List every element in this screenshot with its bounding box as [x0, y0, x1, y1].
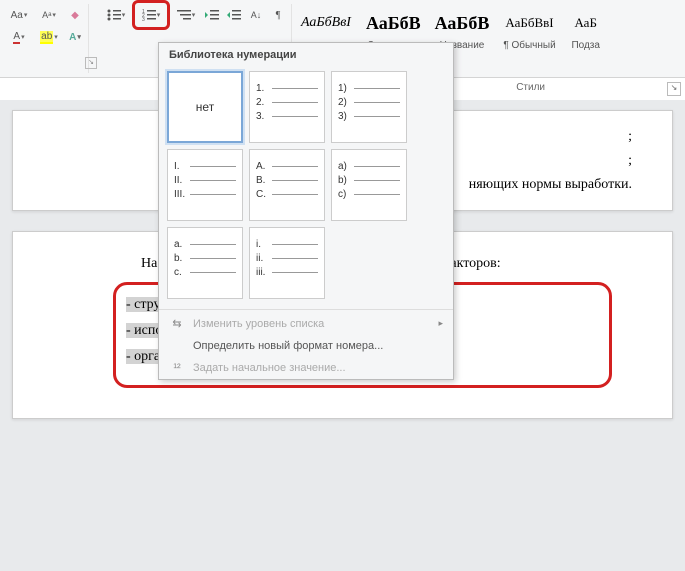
style-preview: АаБ: [570, 8, 602, 38]
highlight-button[interactable]: ab▾: [35, 27, 63, 47]
style-item-3[interactable]: АаБбВвІ ¶ Обычный: [499, 6, 559, 53]
bullets-button[interactable]: ▾: [102, 5, 130, 25]
font-case-button[interactable]: Aa▾: [5, 5, 33, 25]
style-preview: АаБбВ: [435, 8, 490, 38]
style-preview: АаБбВ: [366, 8, 421, 38]
format-roman-upper[interactable]: I. II. III.: [167, 149, 243, 221]
text-effects-button[interactable]: A▾: [65, 27, 85, 47]
font-size-button[interactable]: Aᵃ▾: [35, 5, 63, 25]
style-name: ¶ Обычный: [503, 40, 555, 51]
format-grid: нет 1. 2. 3. 1) 2) 3) I. II. III. A. B.: [159, 67, 453, 307]
style-item-4[interactable]: АаБ Подза: [566, 6, 606, 53]
numbering-dropdown: Библиотека нумерации нет 1. 2. 3. 1) 2) …: [158, 42, 454, 380]
dropdown-title: Библиотека нумерации: [159, 43, 453, 67]
style-preview: АаБбВвІ: [503, 8, 555, 38]
menu-define-format[interactable]: Определить новый формат номера...: [159, 335, 453, 357]
dialog-launcher-icon[interactable]: ↘: [85, 57, 97, 69]
increase-indent-button[interactable]: [224, 5, 244, 25]
number-icon: ¹²: [169, 362, 185, 374]
decrease-indent-button[interactable]: [202, 5, 222, 25]
sort-button[interactable]: A↓: [246, 5, 266, 25]
format-alpha-lower-dot[interactable]: a. b. c.: [167, 227, 243, 299]
format-alpha-lower-paren[interactable]: a) b) c): [331, 149, 407, 221]
format-decimal-dot[interactable]: 1. 2. 3.: [249, 71, 325, 143]
menu-set-start: ¹² Задать начальное значение...: [159, 357, 453, 379]
format-decimal-paren[interactable]: 1) 2) 3): [331, 71, 407, 143]
submenu-arrow-icon: ▸: [438, 318, 443, 329]
clear-format-button[interactable]: ◆: [65, 5, 85, 25]
style-name: Подза: [570, 40, 602, 51]
svg-text:3: 3: [142, 17, 145, 21]
menu-change-level: ⇆ Изменить уровень списка ▸: [159, 312, 453, 335]
styles-launcher-icon[interactable]: ↘: [667, 82, 681, 96]
format-none[interactable]: нет: [167, 71, 243, 143]
styles-group-label: Стили: [516, 82, 545, 93]
font-group: Aa▾ Aᵃ▾ ◆ A▾ ab▾ A▾: [2, 4, 89, 73]
format-roman-lower[interactable]: i. ii. iii.: [249, 227, 325, 299]
font-color-button[interactable]: A▾: [5, 27, 33, 47]
style-item-0[interactable]: АаБбВвІ: [296, 6, 356, 42]
indent-icon: ⇆: [169, 317, 185, 330]
format-alpha-upper[interactable]: A. B. C.: [249, 149, 325, 221]
multilevel-button[interactable]: ▾: [172, 5, 200, 25]
style-preview: АаБбВвІ: [300, 8, 352, 38]
show-marks-button[interactable]: ¶: [268, 5, 288, 25]
numbering-button[interactable]: 123 ▾: [137, 5, 165, 25]
